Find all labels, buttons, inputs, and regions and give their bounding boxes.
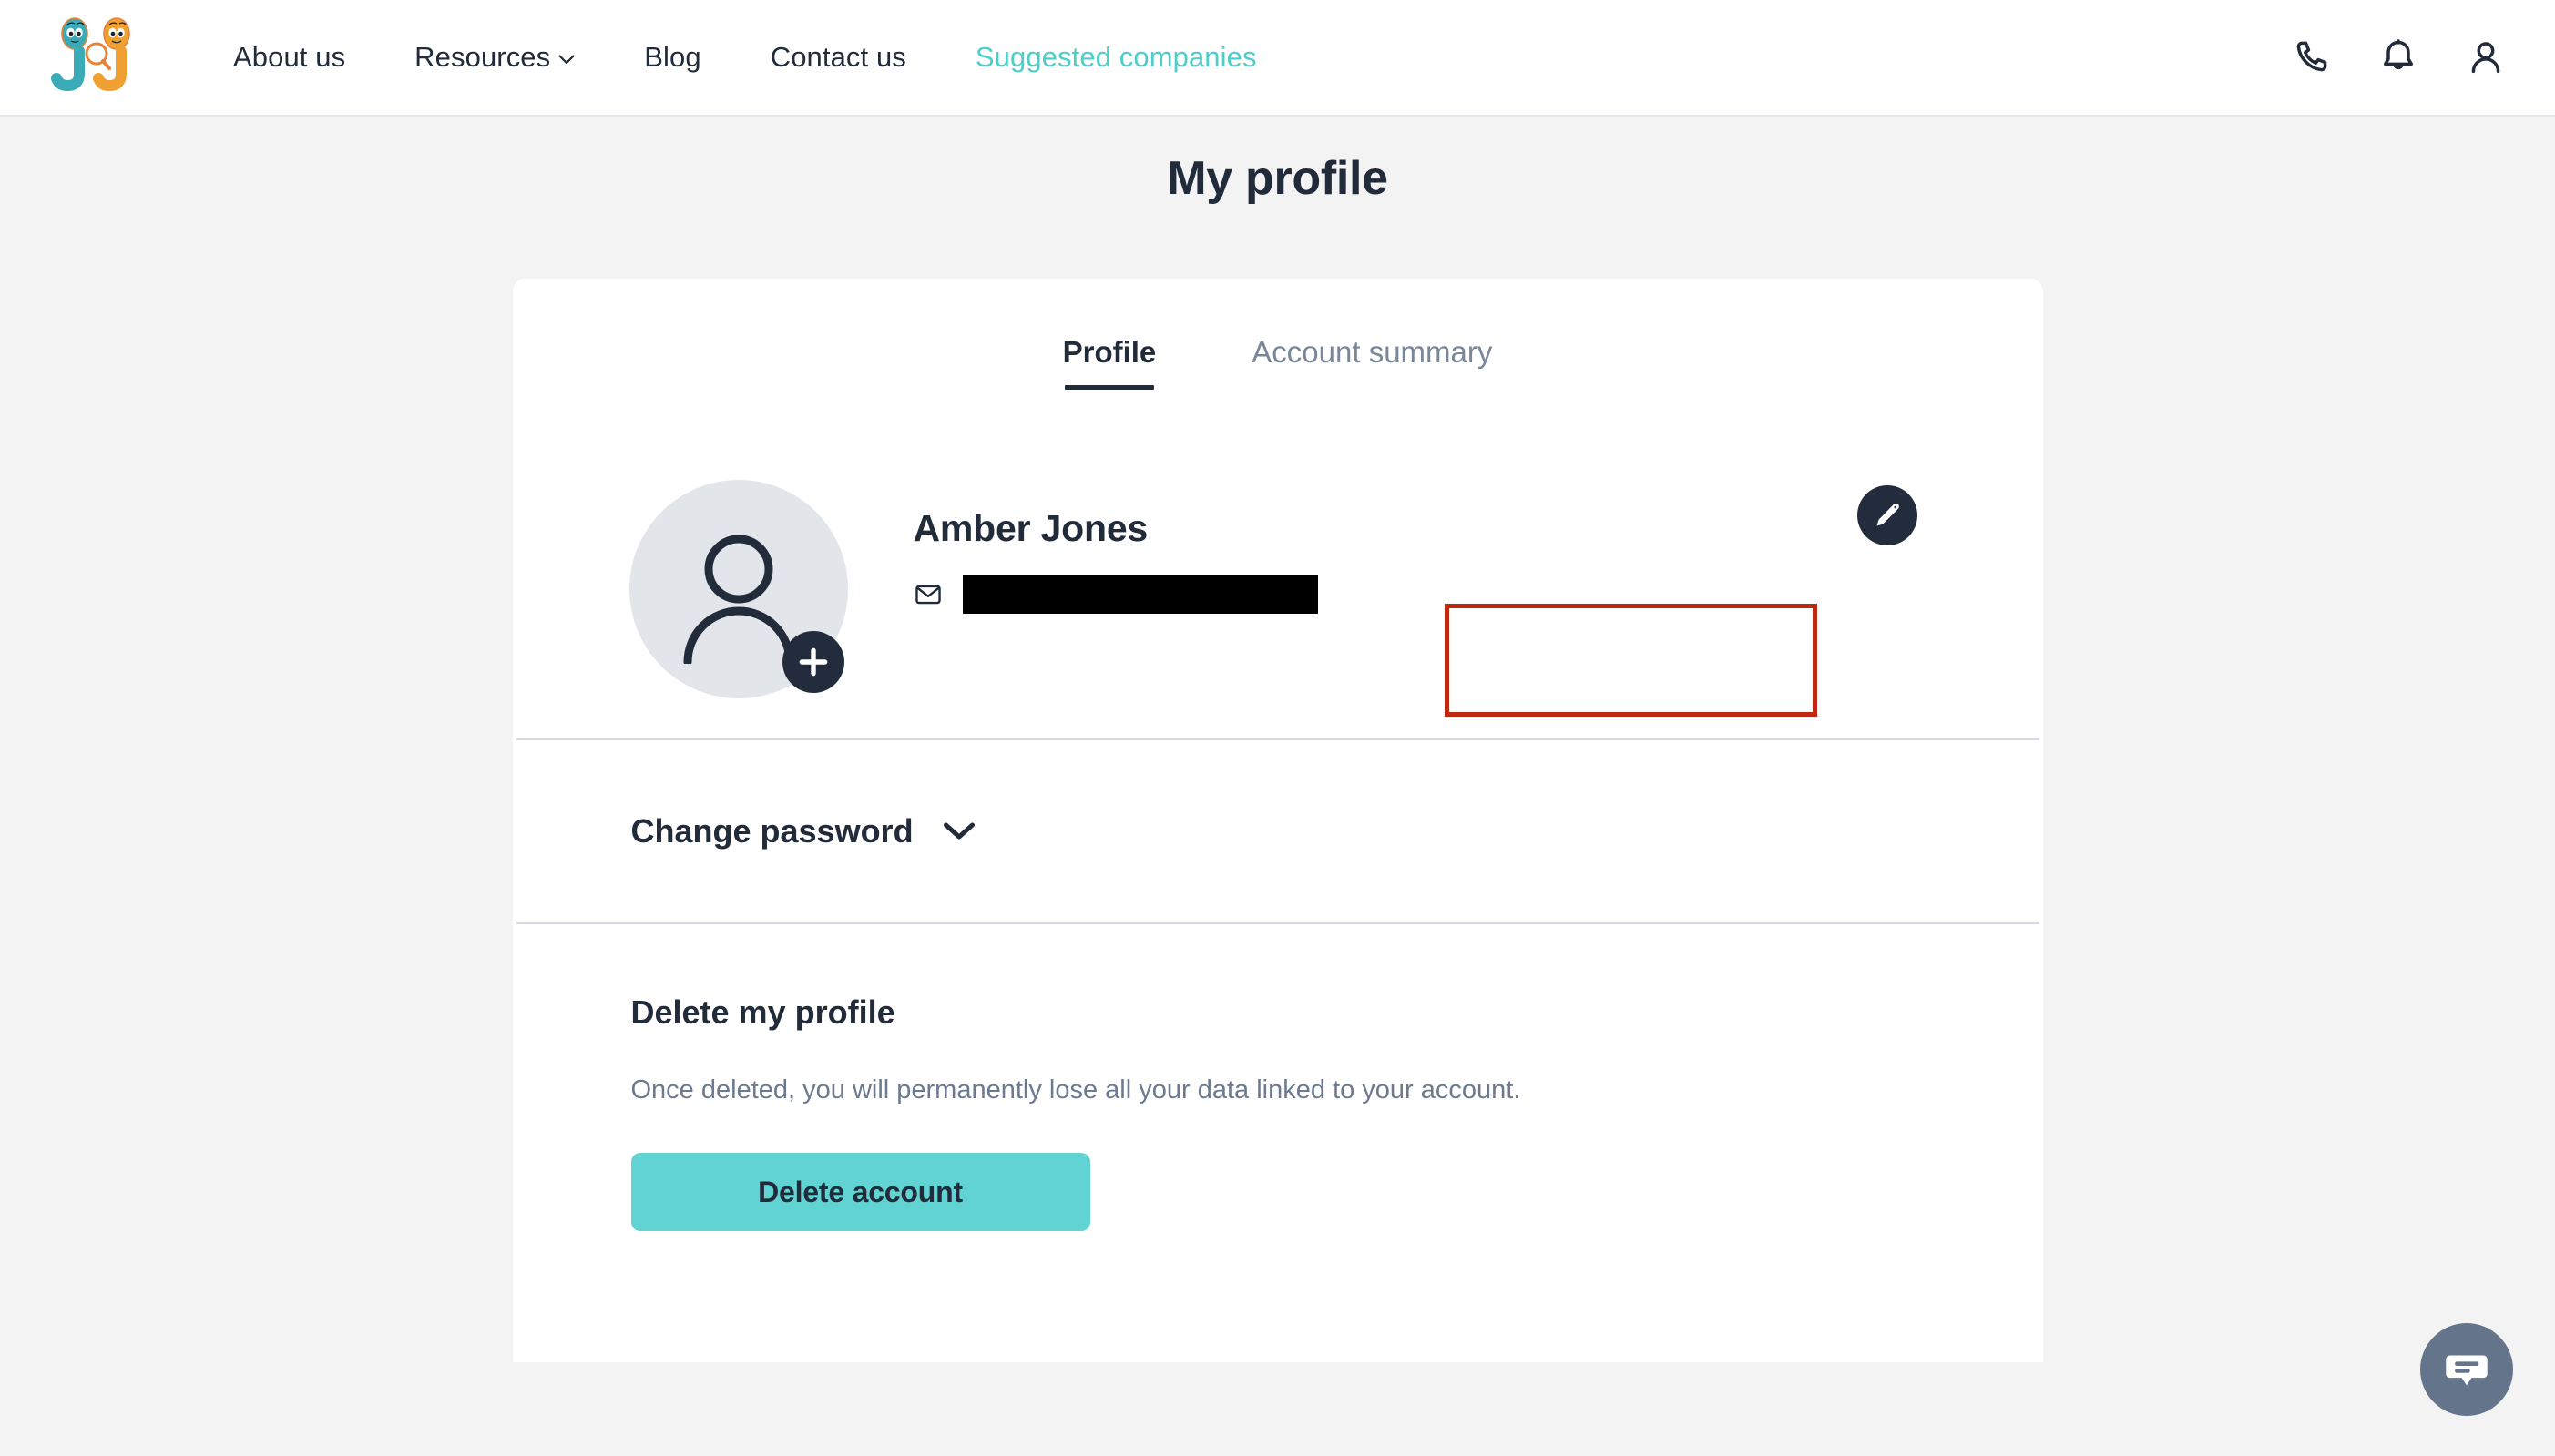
- delete-profile-section: Delete my profile Once deleted, you will…: [513, 924, 2043, 1231]
- profile-tabs: Profile Account summary: [513, 335, 2043, 390]
- avatar[interactable]: [629, 480, 848, 698]
- chat-widget-button[interactable]: [2420, 1323, 2513, 1416]
- bell-icon[interactable]: [2378, 37, 2418, 77]
- user-name: Amber Jones: [913, 507, 1149, 549]
- change-password-label: Change password: [630, 812, 914, 850]
- phone-icon[interactable]: [2291, 37, 2331, 77]
- brand-logo-icon[interactable]: [47, 14, 146, 101]
- identity-section: Amber Jones: [513, 465, 2043, 738]
- nav-item-label: Contact us: [770, 41, 906, 73]
- edit-profile-button[interactable]: [1856, 485, 1917, 545]
- main-nav: About us Resources Blog Contact us Sugge…: [199, 41, 1292, 74]
- tab-profile[interactable]: Profile: [1062, 335, 1157, 390]
- page-title: My profile: [1167, 152, 1388, 205]
- nav-item-blog[interactable]: Blog: [609, 41, 735, 74]
- nav-item-contact-us[interactable]: Contact us: [736, 41, 941, 74]
- email-row: [914, 575, 1318, 614]
- nav-item-label: Suggested companies: [975, 41, 1257, 73]
- plus-icon: [799, 647, 827, 677]
- tab-account-summary[interactable]: Account summary: [1252, 335, 1492, 390]
- site-header: About us Resources Blog Contact us Sugge…: [0, 0, 2555, 117]
- pencil-icon: [1876, 503, 1899, 526]
- chevron-down-icon: [943, 822, 975, 840]
- chevron-down-icon: [558, 54, 575, 64]
- header-actions: [2291, 37, 2513, 77]
- chat-bubble-icon: [2446, 1355, 2488, 1386]
- email-redacted-value: [962, 575, 1318, 614]
- identity-text: Amber Jones: [914, 507, 1318, 614]
- user-icon[interactable]: [2466, 37, 2506, 77]
- nav-item-suggested-companies[interactable]: Suggested companies: [941, 41, 1292, 74]
- delete-profile-note: Once deleted, you will permanently lose …: [630, 1075, 1521, 1105]
- nav-item-resources[interactable]: Resources: [380, 41, 609, 74]
- nav-item-label: About us: [233, 41, 346, 73]
- delete-profile-heading: Delete my profile: [630, 993, 895, 1031]
- delete-account-button[interactable]: Delete account: [630, 1153, 1090, 1231]
- tab-label: Account summary: [1252, 335, 1493, 369]
- tabs-zone: Profile Account summary: [513, 279, 2043, 465]
- nav-item-label: Resources: [414, 41, 551, 73]
- nav-item-about-us[interactable]: About us: [199, 41, 380, 74]
- change-password-section: Change password: [513, 740, 2043, 922]
- avatar-person-icon: [683, 535, 793, 664]
- envelope-icon: [915, 585, 941, 605]
- nav-item-label: Blog: [644, 41, 701, 73]
- change-password-toggle[interactable]: Change password: [631, 812, 976, 850]
- profile-card: Profile Account summary Amber Jones Chan…: [512, 279, 2043, 1362]
- tab-label: Profile: [1062, 335, 1157, 369]
- avatar-add-photo-button[interactable]: [782, 631, 844, 693]
